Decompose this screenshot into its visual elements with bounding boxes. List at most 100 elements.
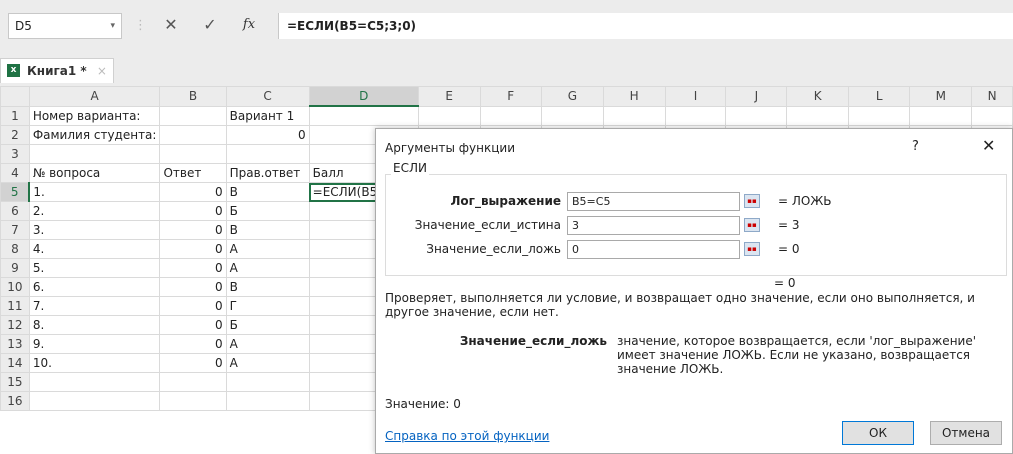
- cell-b12[interactable]: 0: [159, 315, 227, 335]
- cell-b11[interactable]: 0: [159, 296, 227, 316]
- collapse-dialog-icon[interactable]: ▪▪: [744, 194, 760, 208]
- column-header-i[interactable]: I: [664, 86, 727, 107]
- cancel-formula-icon[interactable]: ✕: [160, 12, 182, 38]
- cell-c7[interactable]: В: [225, 220, 310, 240]
- cell-c2[interactable]: 0: [225, 125, 310, 145]
- cell-b2[interactable]: [159, 125, 227, 145]
- cell-b15[interactable]: [159, 372, 227, 392]
- name-box[interactable]: D5 ▾: [8, 13, 122, 39]
- column-header-k[interactable]: K: [786, 86, 849, 107]
- cell-a8[interactable]: 4.: [28, 239, 161, 259]
- cell-c16[interactable]: [225, 391, 310, 411]
- row-header[interactable]: 11: [0, 296, 30, 316]
- select-all-corner[interactable]: [0, 86, 30, 107]
- cell-b6[interactable]: 0: [159, 201, 227, 221]
- cell-c12[interactable]: Б: [225, 315, 310, 335]
- cell[interactable]: [602, 105, 666, 126]
- cell-b1[interactable]: [159, 105, 227, 126]
- cell-a7[interactable]: 3.: [28, 220, 161, 240]
- ok-button[interactable]: ОК: [842, 421, 914, 445]
- cell-b4[interactable]: Ответ: [159, 163, 227, 183]
- cell-a10[interactable]: 6.: [28, 277, 161, 297]
- row-header[interactable]: 2: [0, 125, 30, 145]
- value-if-true-input[interactable]: 3: [567, 216, 740, 235]
- cell-c5[interactable]: В: [225, 182, 310, 202]
- cell[interactable]: [664, 105, 727, 126]
- row-header[interactable]: 1: [0, 105, 30, 126]
- cell[interactable]: [540, 105, 604, 126]
- cell-a13[interactable]: 9.: [28, 334, 161, 354]
- cell-c15[interactable]: [225, 372, 310, 392]
- column-header-m[interactable]: M: [909, 86, 973, 107]
- cell-c9[interactable]: А: [225, 258, 310, 278]
- close-tab-icon[interactable]: ×: [97, 64, 107, 78]
- cell-b3[interactable]: [159, 144, 227, 164]
- cell-c11[interactable]: Г: [225, 296, 310, 316]
- column-header-f[interactable]: F: [479, 86, 542, 107]
- formula-input[interactable]: =ЕСЛИ(B5=C5;3;0): [278, 13, 1013, 39]
- cell-c10[interactable]: В: [225, 277, 310, 297]
- collapse-dialog-icon[interactable]: ▪▪: [744, 218, 760, 232]
- row-header[interactable]: 7: [0, 220, 30, 240]
- cell-a9[interactable]: 5.: [28, 258, 161, 278]
- column-header-l[interactable]: L: [847, 86, 911, 107]
- column-header-j[interactable]: J: [725, 86, 788, 107]
- row-header[interactable]: 13: [0, 334, 30, 354]
- help-link[interactable]: Справка по этой функции: [385, 429, 549, 443]
- cell[interactable]: [909, 105, 973, 126]
- cell-a4[interactable]: № вопроса: [28, 163, 161, 183]
- cell-c3[interactable]: [225, 144, 310, 164]
- cell-a3[interactable]: [28, 144, 161, 164]
- cell-b5[interactable]: 0: [159, 182, 227, 202]
- column-header-e[interactable]: E: [417, 86, 481, 107]
- help-icon[interactable]: ?: [912, 139, 919, 154]
- collapse-dialog-icon[interactable]: ▪▪: [744, 242, 760, 256]
- cell[interactable]: [417, 105, 481, 126]
- row-header[interactable]: 14: [0, 353, 30, 373]
- cell-a6[interactable]: 2.: [28, 201, 161, 221]
- row-header[interactable]: 8: [0, 239, 30, 259]
- row-header[interactable]: 10: [0, 277, 30, 297]
- cell-b7[interactable]: 0: [159, 220, 227, 240]
- row-header[interactable]: 3: [0, 144, 30, 164]
- column-header-b[interactable]: B: [159, 86, 227, 107]
- close-icon[interactable]: ✕: [982, 136, 995, 155]
- row-header[interactable]: 16: [0, 391, 30, 411]
- cell-a5[interactable]: 1.: [28, 182, 161, 202]
- column-header-g[interactable]: G: [540, 86, 604, 107]
- cell-a1[interactable]: Номер варианта:: [28, 105, 161, 126]
- cell-b13[interactable]: 0: [159, 334, 227, 354]
- value-if-false-input[interactable]: 0: [567, 240, 740, 259]
- workbook-tab[interactable]: x Книга1 * ×: [0, 58, 114, 83]
- row-header[interactable]: 12: [0, 315, 30, 335]
- cell[interactable]: [725, 105, 788, 126]
- cell-a2[interactable]: Фамилия студента:: [28, 125, 161, 145]
- cell-c1[interactable]: Вариант 1: [225, 105, 310, 126]
- cell[interactable]: [847, 105, 911, 126]
- enter-formula-icon[interactable]: ✓: [199, 12, 221, 38]
- cell-a11[interactable]: 7.: [28, 296, 161, 316]
- row-header[interactable]: 5: [0, 182, 31, 202]
- cell-c13[interactable]: А: [225, 334, 310, 354]
- column-header-h[interactable]: H: [602, 86, 666, 107]
- cell-a15[interactable]: [28, 372, 161, 392]
- cell[interactable]: [971, 105, 1013, 126]
- cell-c6[interactable]: Б: [225, 201, 310, 221]
- column-header-n[interactable]: N: [971, 86, 1013, 107]
- column-header-d[interactable]: D: [308, 86, 419, 107]
- cell-a12[interactable]: 8.: [28, 315, 161, 335]
- cell-c8[interactable]: А: [225, 239, 310, 259]
- row-header[interactable]: 4: [0, 163, 30, 183]
- name-box-dropdown-icon[interactable]: ▾: [110, 14, 115, 38]
- column-header-c[interactable]: C: [225, 86, 310, 107]
- cell-c4[interactable]: Прав.ответ: [225, 163, 310, 183]
- cell-a16[interactable]: [28, 391, 161, 411]
- cell-b14[interactable]: 0: [159, 353, 227, 373]
- logical-test-input[interactable]: B5=C5: [567, 192, 740, 211]
- cancel-button[interactable]: Отмена: [930, 421, 1002, 445]
- column-header-a[interactable]: A: [28, 86, 161, 107]
- cell-a14[interactable]: 10.: [28, 353, 161, 373]
- row-header[interactable]: 15: [0, 372, 30, 392]
- insert-function-icon[interactable]: fx: [238, 12, 260, 38]
- cell-b16[interactable]: [159, 391, 227, 411]
